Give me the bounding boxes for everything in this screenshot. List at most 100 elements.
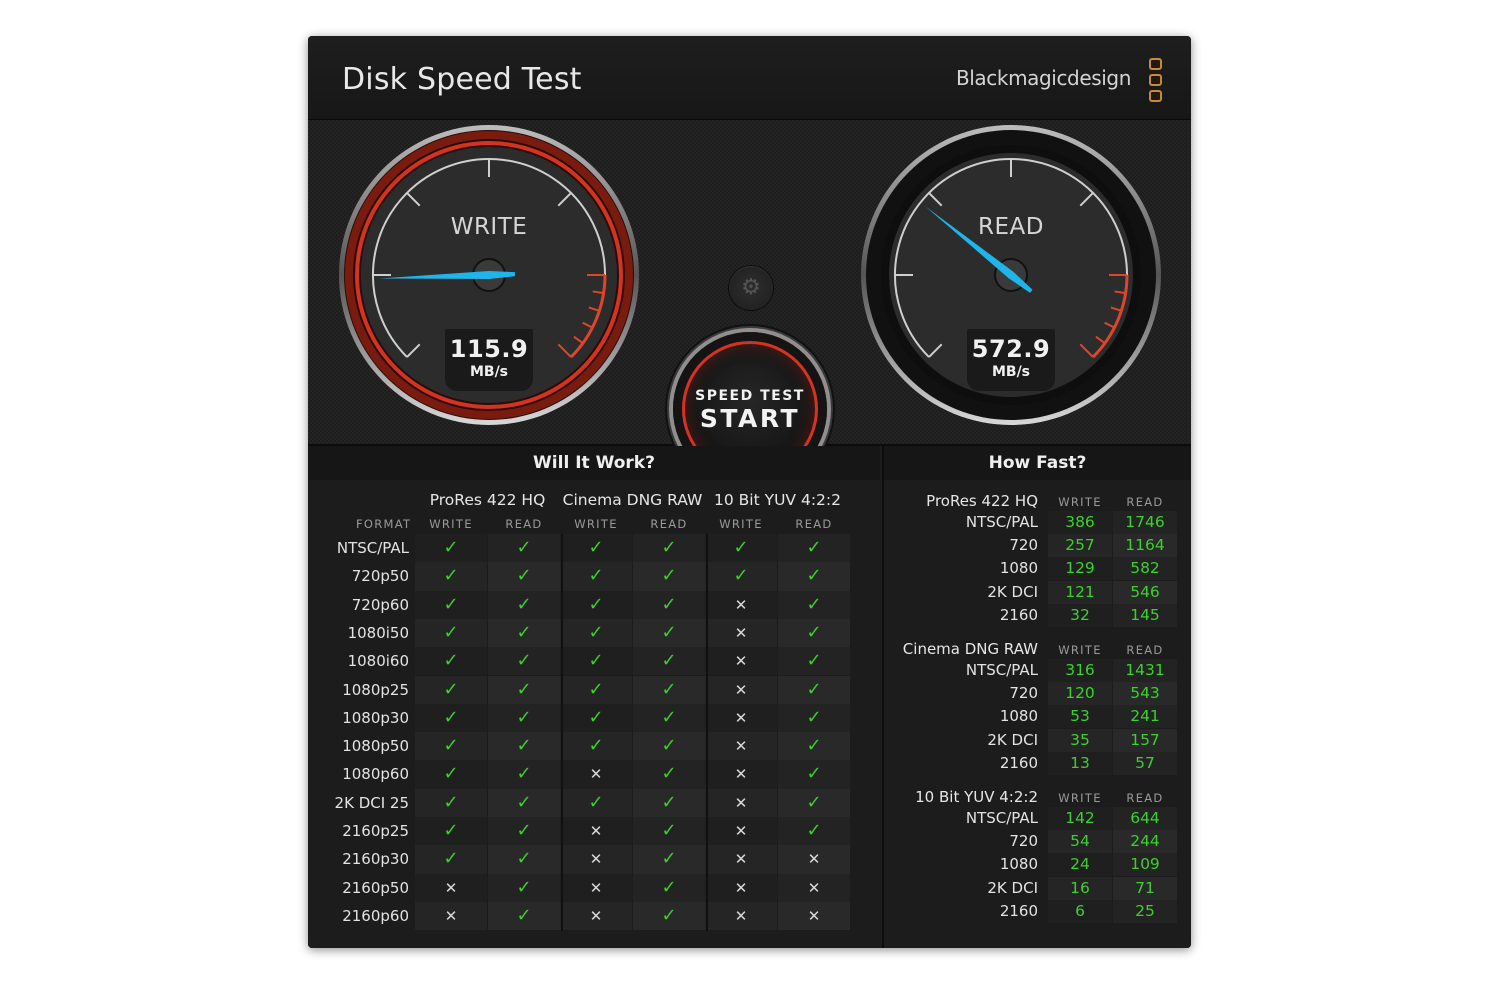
format-label: 2160p50 [342, 878, 409, 897]
check-icon: ✓ [488, 760, 560, 789]
format-label: 720p50 [351, 567, 409, 586]
check-icon: ✓ [560, 618, 632, 648]
check-icon: ✓ [488, 675, 560, 704]
format-label: 2K DCI [987, 582, 1038, 601]
table-row: 2K DCI 16 71 [884, 876, 1191, 900]
will-it-work-panel: Will It Work? ProRes 422 HQ Cinema DNG R… [308, 446, 880, 948]
cross-icon: ✕ [705, 647, 777, 676]
read-column-header: READ [1126, 643, 1164, 657]
check-icon: ✓ [633, 703, 705, 733]
format-label: 1080p60 [342, 765, 409, 784]
write-speed-cell: 35 [1048, 728, 1112, 752]
write-speed-cell: 53 [1048, 705, 1112, 729]
table-row: 1080p25 ✓ ✓ ✓ ✓ ✕ ✓ [308, 675, 880, 704]
sub-header-write: WRITE [429, 517, 473, 531]
read-speed-cell: 71 [1113, 876, 1177, 900]
check-icon: ✓ [633, 647, 705, 676]
check-icon: ✓ [415, 732, 487, 761]
check-icon: ✓ [705, 534, 777, 563]
write-gauge: WRITE 115.9 MB/s [334, 120, 644, 430]
check-icon: ✓ [560, 788, 632, 817]
write-speed-cell: 32 [1048, 603, 1112, 627]
format-label: 1080p50 [342, 737, 409, 756]
check-icon: ✓ [633, 817, 705, 846]
check-icon: ✓ [705, 562, 777, 591]
codec-headers: ProRes 422 HQ Cinema DNG RAW 10 Bit YUV … [308, 491, 880, 513]
write-speed-cell: 129 [1048, 557, 1112, 581]
format-label: 2160 [999, 605, 1038, 624]
cross-icon: ✕ [705, 845, 777, 874]
format-label: 1080 [999, 559, 1038, 578]
column-divider [706, 534, 708, 931]
cross-icon: ✕ [705, 873, 777, 902]
cross-icon: ✕ [705, 732, 777, 761]
read-speed-cell: 25 [1113, 899, 1177, 923]
sub-header-write: WRITE [574, 517, 618, 531]
settings-button[interactable]: ⚙ [729, 266, 773, 310]
read-speed-cell: 546 [1113, 580, 1177, 604]
codec-header: 10 Bit YUV 4:2:2 [714, 491, 841, 509]
table-row: 2160 6 25 [884, 899, 1191, 923]
check-icon: ✓ [778, 817, 850, 846]
brand-name: Blackmagicdesign [955, 66, 1131, 90]
check-icon: ✓ [633, 732, 705, 761]
check-icon: ✓ [633, 534, 705, 563]
format-column-header: FORMAT [356, 517, 412, 531]
write-speed-cell: 121 [1048, 580, 1112, 604]
check-icon: ✓ [488, 590, 560, 619]
disk-speed-test-window: × Disk Speed Test Blackmagicdesign WRITE… [308, 36, 1191, 948]
check-icon: ✓ [488, 732, 560, 761]
read-column-header: READ [1126, 495, 1164, 509]
check-icon: ✓ [415, 562, 487, 591]
read-speed-cell: 244 [1113, 830, 1177, 854]
check-icon: ✓ [488, 534, 560, 563]
read-speed-unit: MB/s [991, 364, 1031, 380]
check-icon: ✓ [415, 618, 487, 648]
format-label: 2160p30 [342, 850, 409, 869]
write-speed-cell: 257 [1048, 534, 1112, 558]
check-icon: ✓ [560, 703, 632, 733]
table-row: NTSC/PAL 142 644 [884, 807, 1191, 830]
check-icon: ✓ [488, 901, 560, 931]
check-icon: ✓ [633, 590, 705, 619]
table-row: 2160p25 ✓ ✓ ✕ ✓ ✕ ✓ [308, 817, 880, 846]
header: Disk Speed Test Blackmagicdesign [308, 36, 1191, 120]
format-label: 1080 [999, 855, 1038, 874]
table-row: 2160p30 ✓ ✓ ✕ ✓ ✕ ✕ [308, 845, 880, 874]
write-speed-cell: 6 [1048, 899, 1112, 923]
table-row: 2160p50 ✕ ✓ ✕ ✓ ✕ ✕ [308, 873, 880, 902]
write-speed-cell: 13 [1048, 751, 1112, 775]
check-icon: ✓ [488, 703, 560, 733]
codec-header: ProRes 422 HQ [429, 491, 546, 509]
read-speed-value: 572.9 [971, 335, 1051, 363]
codec-name: 10 Bit YUV 4:2:2 [915, 788, 1038, 806]
check-icon: ✓ [560, 675, 632, 704]
start-button-label: START [699, 404, 801, 433]
format-label: 1080p25 [342, 680, 409, 699]
cross-icon: ✕ [778, 845, 850, 874]
how-fast-title: How Fast? [884, 446, 1191, 480]
app-title: Disk Speed Test [342, 62, 582, 97]
check-icon: ✓ [633, 845, 705, 874]
read-speed-cell: 1746 [1113, 511, 1177, 534]
start-button-caption: SPEED TEST [695, 388, 805, 404]
write-gauge-label: WRITE [450, 214, 528, 240]
cross-icon: ✕ [705, 788, 777, 817]
check-icon: ✓ [633, 618, 705, 648]
check-icon: ✓ [778, 562, 850, 591]
write-column-header: WRITE [1058, 643, 1102, 657]
format-label: 720 [1009, 832, 1038, 851]
cross-icon: ✕ [560, 760, 632, 789]
table-row: 1080p50 ✓ ✓ ✓ ✓ ✕ ✓ [308, 732, 880, 761]
write-speed-cell: 24 [1048, 853, 1112, 877]
format-label: 720p60 [351, 595, 409, 614]
table-row: 2160 13 57 [884, 751, 1191, 775]
table-row: 1080 53 241 [884, 705, 1191, 729]
cross-icon: ✕ [415, 873, 487, 902]
write-speed-cell: 120 [1048, 682, 1112, 706]
check-icon: ✓ [633, 675, 705, 704]
sub-header-read: READ [650, 517, 688, 531]
check-icon: ✓ [778, 618, 850, 648]
read-speed-cell: 157 [1113, 728, 1177, 752]
read-speed-cell: 109 [1113, 853, 1177, 877]
